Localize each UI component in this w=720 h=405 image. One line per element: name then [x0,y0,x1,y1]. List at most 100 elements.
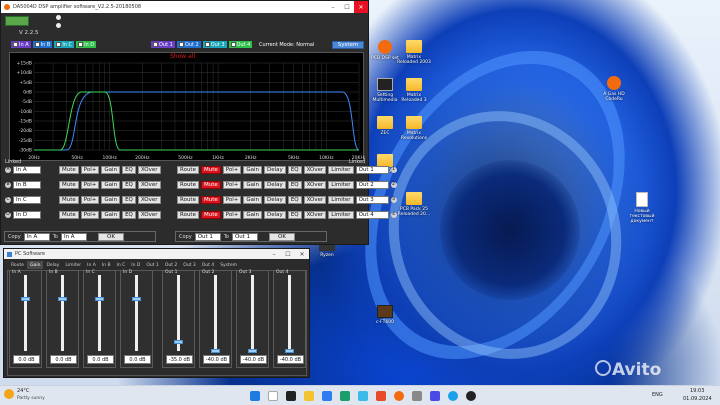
copy-ok-button[interactable]: OK [97,232,124,241]
output-pol-button[interactable]: Pol+ [222,195,242,204]
fader-value[interactable]: -35.0 dB [166,355,193,364]
input-xover-button[interactable]: XOver [137,210,161,219]
input-name-field[interactable]: In C [13,195,41,204]
output-mute-button[interactable]: Mute [200,210,221,219]
output-eq-button[interactable]: EQ [287,180,302,189]
search-icon[interactable] [268,391,278,401]
tab-out-2[interactable]: Out 2 [162,261,180,269]
fader-knob[interactable] [248,349,257,353]
tab-in-a[interactable]: In A [84,261,99,269]
copy-ok-button[interactable]: OK [268,232,295,241]
output-xover-button[interactable]: XOver [303,195,327,204]
app-icon[interactable] [358,391,368,401]
output-route-button[interactable]: Route [177,210,199,219]
copy-from-select[interactable]: In A [23,232,50,241]
fader-track[interactable] [288,275,291,351]
tab-out-3[interactable]: Out 3 [180,261,198,269]
output-delay-button[interactable]: Delay [264,210,286,219]
fader-value[interactable]: 0.0 dB [87,355,114,364]
fader-track[interactable] [251,275,254,351]
input-pol-button[interactable]: Pol+ [80,180,100,189]
app-icon[interactable] [394,391,404,401]
check-in-c[interactable]: In C [54,41,75,48]
output-name-field[interactable]: Out 3 [355,195,389,204]
output-gain-button[interactable]: Gain [243,195,263,204]
input-xover-button[interactable]: XOver [137,165,161,174]
desktop-icon-textfile[interactable]: Новый текстовый документ [625,192,659,224]
input-eq-button[interactable]: EQ [122,195,136,204]
desktop-icon-ft600[interactable]: c-FT600 [368,305,402,325]
tab-in-b[interactable]: In B [99,261,114,269]
output-mute-button[interactable]: Mute [200,180,221,189]
desktop-icon-video[interactable]: PCB Pack 25 Reloaded 20... [397,192,431,217]
tab-in-c[interactable]: In C [114,261,129,269]
output-name-field[interactable]: Out 2 [355,180,389,189]
fader-value[interactable]: -40.0 dB [277,355,304,364]
fader-track[interactable] [98,275,101,351]
store-icon[interactable] [322,391,332,401]
output-eq-button[interactable]: EQ [287,210,302,219]
output-name-field[interactable]: Out 1 [355,165,389,174]
minimize-icon[interactable]: – [267,249,281,259]
check-out-3[interactable]: Out 3 [202,41,227,48]
input-gain-button[interactable]: Gain [101,210,121,219]
system-button[interactable]: System [332,41,364,49]
dsp-titlebar[interactable]: DA5004D DSP amplifier software_V2.2.5-20… [1,1,368,13]
check-in-a[interactable]: In A [11,41,31,48]
tab-gain[interactable]: Gain [27,261,44,269]
eq-graph[interactable]: +15dB +10dB +5dB 0dB -5dB -10dB -15dB -20dB -25d… [9,52,365,161]
fader-track[interactable] [61,275,64,351]
tab-out-1[interactable]: Out 1 [143,261,161,269]
fader-knob[interactable] [174,340,183,345]
desktop-icon-folder[interactable]: Matrix Reloaded 3 [397,78,431,103]
tab-out-4[interactable]: Out 4 [199,261,217,269]
check-out-1[interactable]: Out 1 [151,41,175,48]
copy-to-select[interactable]: In A [60,232,87,241]
fader-value[interactable]: 0.0 dB [124,355,151,364]
desktop-icon-folder[interactable]: Matrix Reloaded 2003 [397,40,431,65]
check-out-2[interactable]: Out 2 [176,41,201,48]
explorer-icon[interactable] [304,391,314,401]
fader-track[interactable] [214,275,217,351]
app-icon[interactable] [430,391,440,401]
output-pol-button[interactable]: Pol+ [222,210,242,219]
language-indicator[interactable]: ENG [652,392,663,398]
input-xover-button[interactable]: XOver [137,195,161,204]
minimize-icon[interactable]: – [326,1,340,13]
output-route-button[interactable]: Route [177,165,199,174]
tab-route[interactable]: Route [8,261,27,269]
fader-value[interactable]: -40.0 dB [240,355,267,364]
output-route-button[interactable]: Route [177,195,199,204]
output-limiter-button[interactable]: Limiter [328,195,354,204]
tab-delay[interactable]: Delay [43,261,62,269]
output-pol-button[interactable]: Pol+ [222,180,242,189]
close-icon[interactable]: ✕ [295,249,309,259]
output-delay-button[interactable]: Delay [264,195,286,204]
clock-date[interactable]: 01.09.2024 [683,396,712,402]
output-gain-button[interactable]: Gain [243,180,263,189]
fader-value[interactable]: 0.0 dB [50,355,77,364]
copy-to-select[interactable]: Out 1 [231,232,258,241]
fader-value[interactable]: -40.0 dB [203,355,230,364]
desktop-icon-folder[interactable]: Matrix Revolutions [397,116,431,141]
output-limiter-button[interactable]: Limiter [328,210,354,219]
fader-track[interactable] [24,275,27,351]
output-limiter-button[interactable]: Limiter [328,165,354,174]
input-pol-button[interactable]: Pol+ [80,165,100,174]
output-gain-button[interactable]: Gain [243,210,263,219]
input-mute-button[interactable]: Mute [59,195,79,204]
input-gain-button[interactable]: Gain [101,165,121,174]
copy-from-select[interactable]: Out 1 [194,232,221,241]
fader-knob[interactable] [95,297,104,302]
check-out-4[interactable]: Out 4 [228,41,253,48]
clock-time[interactable]: 19:03 [690,388,704,394]
fader-knob[interactable] [285,349,294,353]
tab-system[interactable]: System [217,261,240,269]
output-xover-button[interactable]: XOver [303,165,327,174]
output-name-field[interactable]: Out 4 [355,210,389,219]
output-route-button[interactable]: Route [177,180,199,189]
maximize-icon[interactable]: ☐ [340,1,354,13]
input-pol-button[interactable]: Pol+ [80,195,100,204]
fader-value[interactable]: 0.0 dB [13,355,40,364]
input-pol-button[interactable]: Pol+ [80,210,100,219]
